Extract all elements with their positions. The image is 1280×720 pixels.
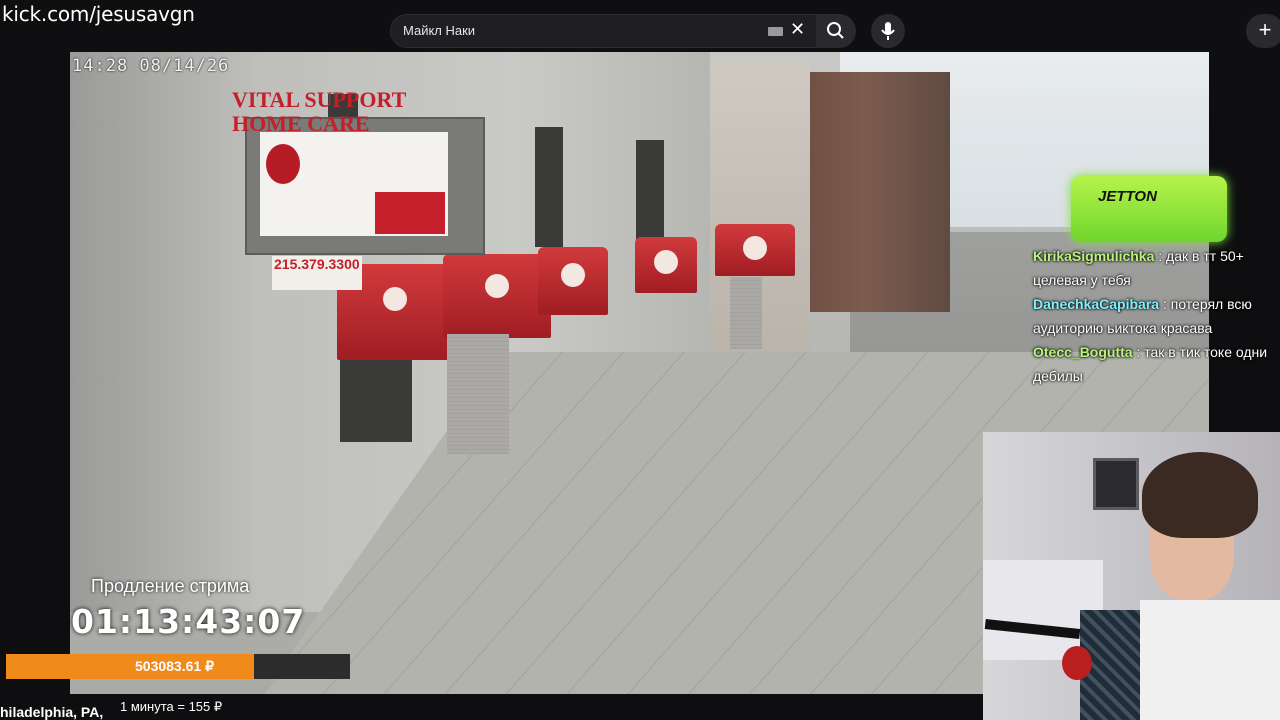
video-sign-logo — [266, 144, 300, 184]
video-window — [340, 357, 412, 442]
chat-message: DanechkaCapibara : потерял всю аудиторию… — [1033, 292, 1280, 340]
video-window — [535, 127, 563, 247]
voice-search-button[interactable] — [871, 14, 905, 48]
video-rolling-door — [730, 277, 762, 349]
chat-message: Otecc_Bogutta : так в тик токе одни деби… — [1033, 340, 1280, 388]
keyboard-icon[interactable] — [768, 27, 783, 36]
chat-message: KirikaSigmulichka : дак в тт 50+ целевая… — [1033, 244, 1280, 292]
search-icon — [827, 22, 844, 39]
chat-overlay: KirikaSigmulichka : дак в тт 50+ целевая… — [1033, 244, 1280, 388]
donation-progress-fill — [6, 654, 254, 679]
search-button[interactable] — [816, 14, 856, 48]
stream-location: hiladelphia, PA, — [0, 704, 104, 720]
video-phone-number: 215.379.3300 — [274, 256, 360, 272]
donation-amount: 503083.61 ₽ — [135, 658, 214, 674]
microphone-icon — [881, 22, 895, 40]
plus-icon: + — [1258, 17, 1272, 42]
extension-timer: 01:13:43:07 — [71, 602, 306, 641]
webcam-microphone — [1062, 646, 1092, 680]
video-awning — [538, 247, 608, 315]
webcam-wall-frame — [1093, 458, 1139, 510]
video-window — [636, 140, 664, 240]
search-bar[interactable]: Майкл Наки ✕ — [390, 14, 820, 48]
webcam-streamer-shirt — [1140, 600, 1280, 720]
webcam-streamer-hair — [1142, 452, 1258, 538]
stream-url[interactable]: kick.com/jesusavgn — [2, 2, 195, 26]
extension-rate: 1 минута = 155 ₽ — [120, 699, 223, 714]
video-sign-title: VITAL SUPPORT HOME CARE — [232, 87, 406, 136]
sponsor-badge — [1071, 176, 1227, 242]
extension-label: Продление стрима — [91, 576, 250, 596]
video-sign-red-box — [375, 192, 445, 234]
close-icon[interactable]: ✕ — [790, 19, 805, 40]
video-awning — [635, 237, 697, 293]
chat-username: Otecc_Bogutta — [1033, 344, 1133, 360]
video-rolling-door — [447, 334, 509, 454]
chat-username: KirikaSigmulichka — [1033, 248, 1155, 264]
search-input[interactable]: Майкл Наки — [403, 23, 475, 38]
video-awning — [715, 224, 795, 276]
video-awning — [443, 254, 551, 338]
camera-timestamp: 14:28 08/14/26 — [72, 56, 230, 76]
chat-username: DanechkaCapibara — [1033, 296, 1160, 312]
create-button[interactable]: + — [1246, 14, 1280, 48]
sponsor-label: JETTON — [1098, 188, 1157, 205]
